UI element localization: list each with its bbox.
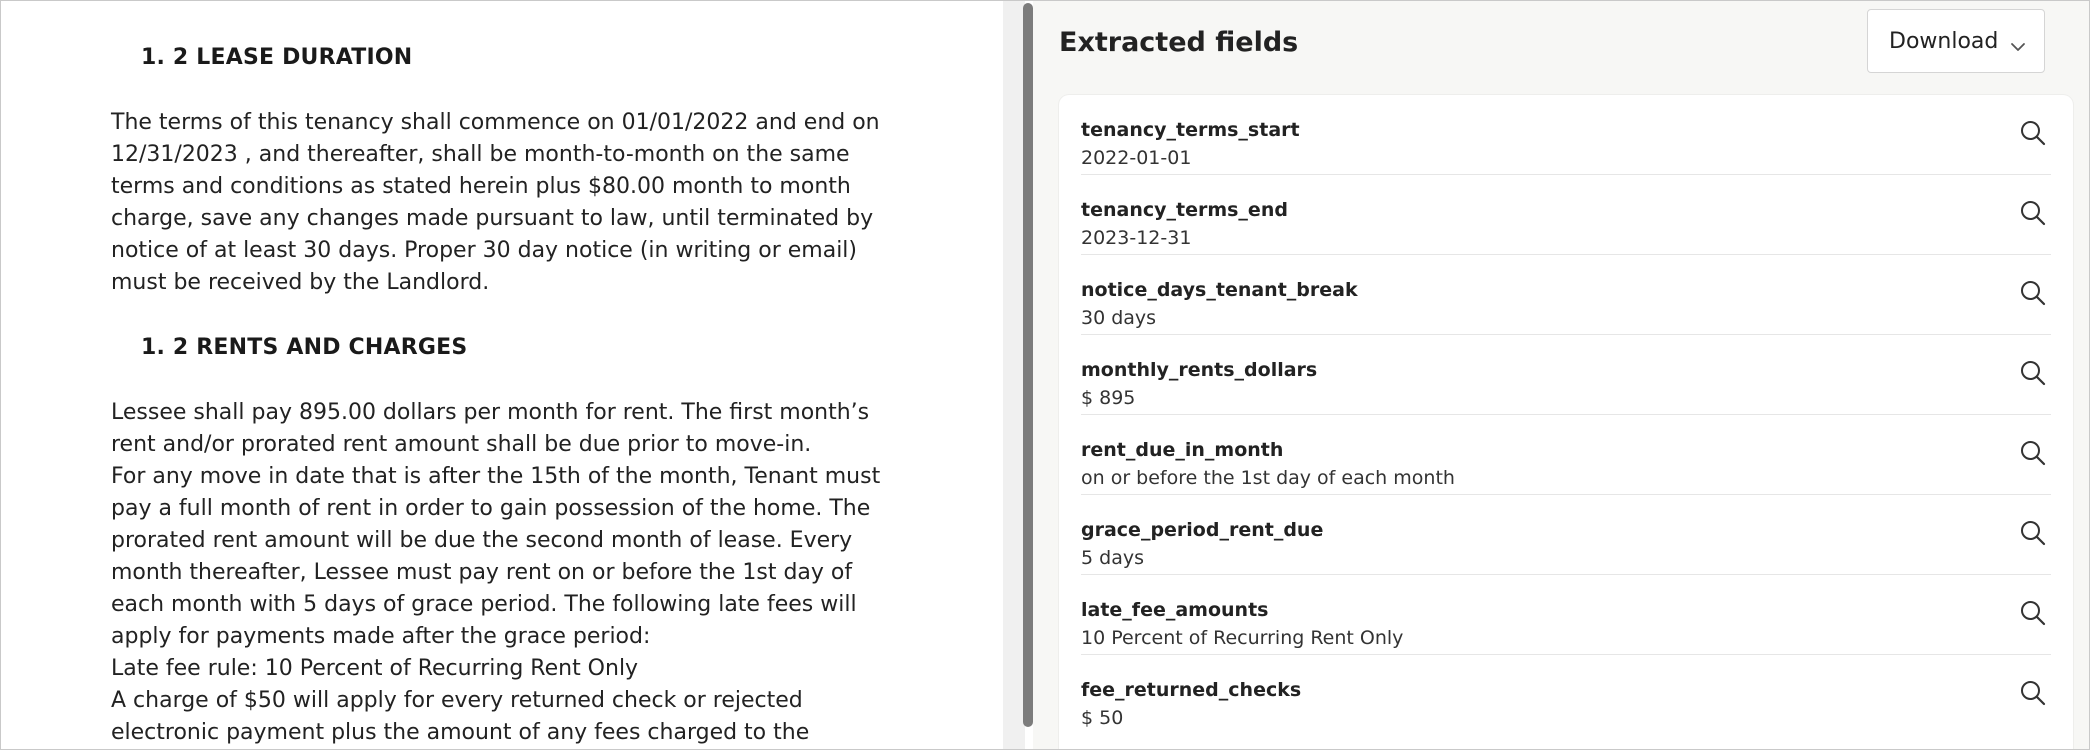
text-line: rent and/or prorated rent amount shall b… xyxy=(111,432,812,457)
section-heading-rents-and-charges: 1. 2 RENTS AND CHARGES xyxy=(141,335,468,360)
list-item: notice_days_tenant_break 30 days xyxy=(1081,255,2051,335)
search-icon[interactable] xyxy=(2019,679,2047,707)
list-item: rent_due_in_month on or before the 1st d… xyxy=(1081,415,2051,495)
search-icon[interactable] xyxy=(2019,519,2047,547)
text-line: month thereafter, Lessee must pay rent o… xyxy=(111,560,853,585)
field-name: tenancy_terms_start xyxy=(1081,119,1300,141)
search-icon[interactable] xyxy=(2019,199,2047,227)
field-name: fee_returned_checks xyxy=(1081,679,1302,701)
list-item: fee_returned_checks $ 50 xyxy=(1081,655,2051,735)
section-heading-lease-duration: 1. 2 LEASE DURATION xyxy=(141,45,413,70)
search-icon[interactable] xyxy=(2019,119,2047,147)
list-item: monthly_rents_dollars $ 895 xyxy=(1081,335,2051,415)
text-line: Late fee rule: 10 Percent of Recurring R… xyxy=(111,656,639,681)
search-icon[interactable] xyxy=(2019,359,2047,387)
field-value: 10 Percent of Recurring Rent Only xyxy=(1081,627,1404,649)
text-line: For any move in date that is after the 1… xyxy=(111,464,881,489)
field-value: $ 50 xyxy=(1081,707,1124,729)
text-line: apply for payments made after the grace … xyxy=(111,624,651,649)
text-line: electronic payment plus the amount of an… xyxy=(111,720,810,745)
search-icon[interactable] xyxy=(2019,599,2047,627)
download-button-label: Download xyxy=(1889,29,1999,54)
field-name: late_fee_amounts xyxy=(1081,599,1269,621)
text-line: must be received by the Landlord. xyxy=(111,270,490,295)
panel-title: Extracted fields xyxy=(1059,27,1299,58)
text-line: pay a full month of rent in order to gai… xyxy=(111,496,871,521)
field-name: tenancy_terms_end xyxy=(1081,199,1288,221)
field-value: 2022-01-01 xyxy=(1081,147,1192,169)
document-view: 1. 2 LEASE DURATION The terms of this te… xyxy=(1,1,1003,749)
pane-divider[interactable] xyxy=(1003,1,1025,749)
field-name: rent_due_in_month xyxy=(1081,439,1284,461)
text-line: 12/31/2023 , and thereafter, shall be mo… xyxy=(111,142,850,167)
list-item: tenancy_terms_start 2022-01-01 xyxy=(1081,95,2051,175)
field-name: notice_days_tenant_break xyxy=(1081,279,1358,301)
app-window: 1. 2 LEASE DURATION The terms of this te… xyxy=(0,0,2090,750)
field-value: 30 days xyxy=(1081,307,1157,329)
lease-duration-paragraph: The terms of this tenancy shall commence… xyxy=(111,107,891,299)
rents-and-charges-paragraph: Lessee shall pay 895.00 dollars per mont… xyxy=(111,397,891,749)
field-name: monthly_rents_dollars xyxy=(1081,359,1318,381)
document-scrollbar-thumb[interactable] xyxy=(1023,3,1033,727)
chevron-down-icon xyxy=(2010,34,2026,59)
text-line: charge, save any changes made pursuant t… xyxy=(111,206,874,231)
text-line: notice of at least 30 days. Proper 30 da… xyxy=(111,238,858,263)
field-value: $ 895 xyxy=(1081,387,1136,409)
search-icon[interactable] xyxy=(2019,439,2047,467)
text-line: Lessee shall pay 895.00 dollars per mont… xyxy=(111,400,870,425)
text-line: terms and conditions as stated herein pl… xyxy=(111,174,851,199)
text-line: each month with 5 days of grace period. … xyxy=(111,592,857,617)
fields-list: tenancy_terms_start 2022-01-01 tenancy_t… xyxy=(1059,95,2073,749)
field-name: grace_period_rent_due xyxy=(1081,519,1324,541)
extracted-fields-panel: Extracted fields Download tenancy_terms_… xyxy=(1033,1,2089,749)
list-item: late_fee_amounts 10 Percent of Recurring… xyxy=(1081,575,2051,655)
text-line: A charge of $50 will apply for every ret… xyxy=(111,688,803,713)
text-line: The terms of this tenancy shall commence… xyxy=(111,110,880,135)
text-line: prorated rent amount will be due the sec… xyxy=(111,528,853,553)
field-value: 2023-12-31 xyxy=(1081,227,1192,249)
field-value: on or before the 1st day of each month xyxy=(1081,467,1455,489)
list-item: grace_period_rent_due 5 days xyxy=(1081,495,2051,575)
list-item: tenancy_terms_end 2023-12-31 xyxy=(1081,175,2051,255)
download-button[interactable]: Download xyxy=(1867,9,2045,73)
field-value: 5 days xyxy=(1081,547,1144,569)
search-icon[interactable] xyxy=(2019,279,2047,307)
